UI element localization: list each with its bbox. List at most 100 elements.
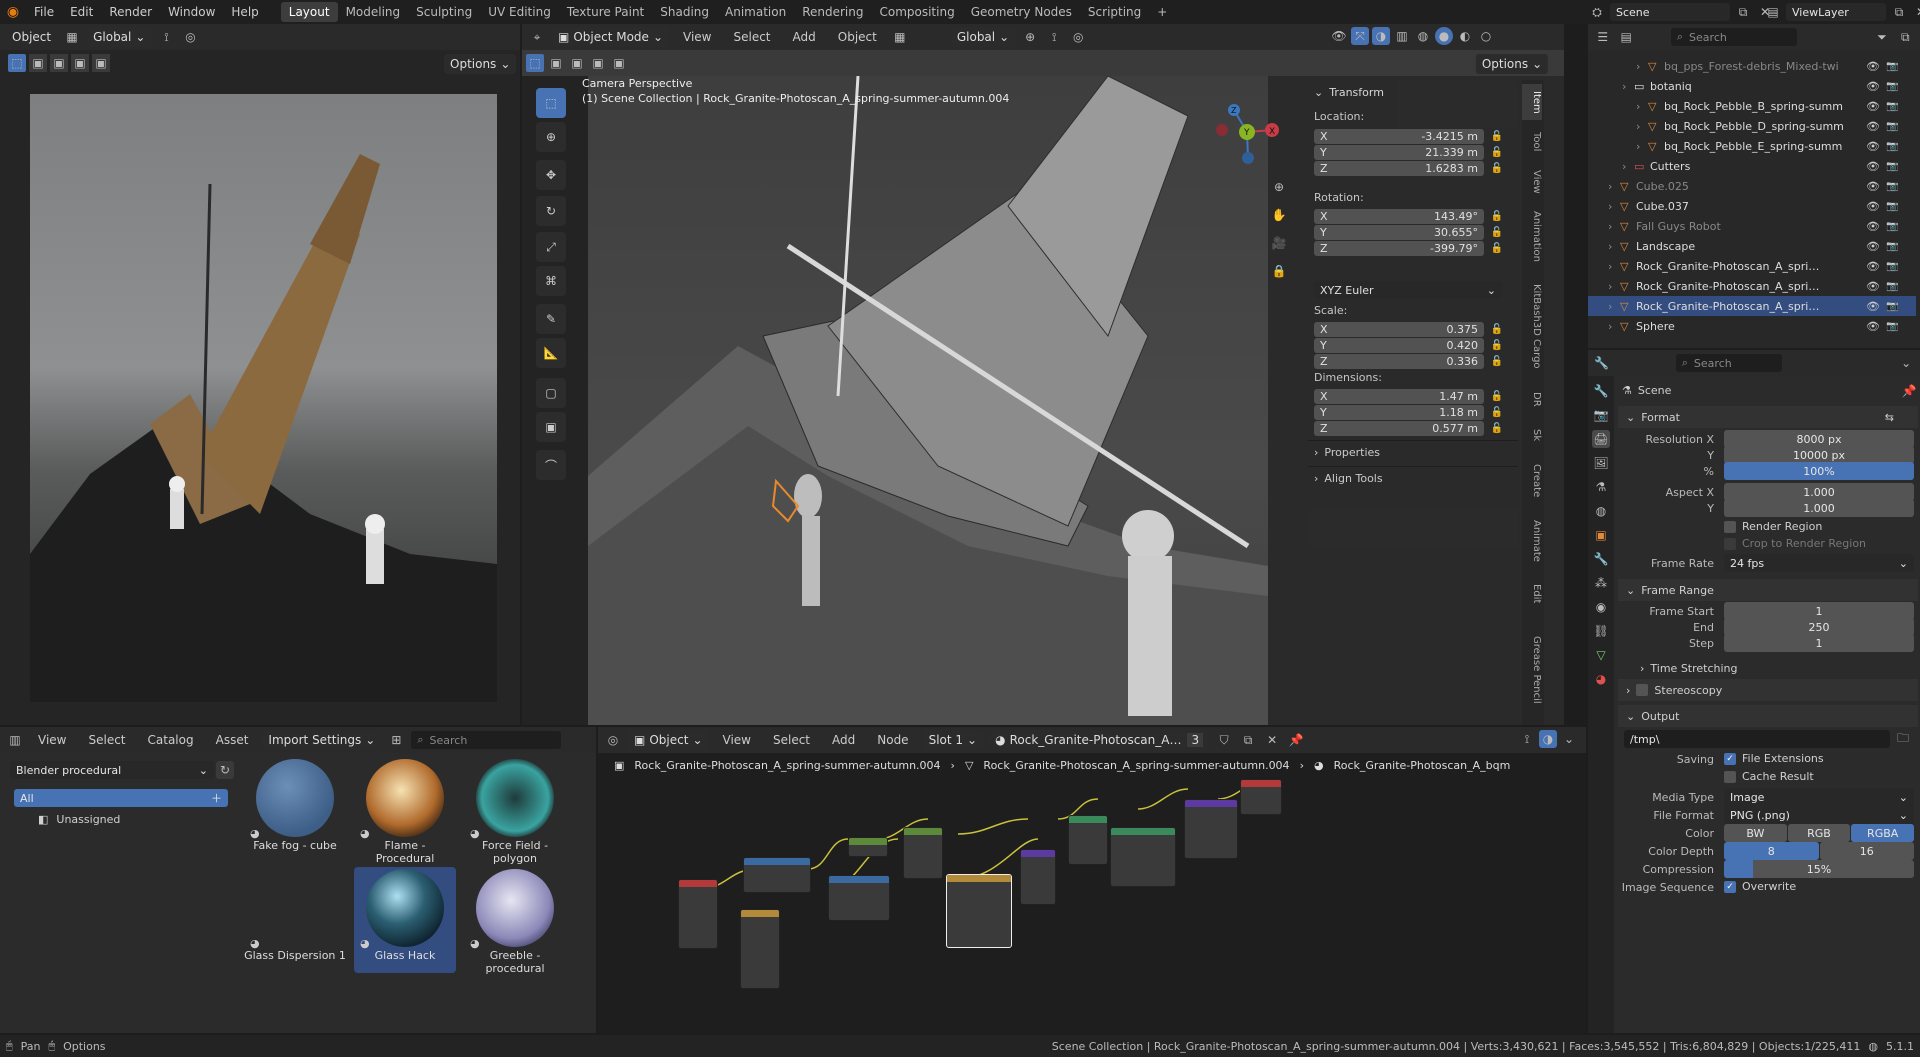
visibility-eye-icon[interactable]: 👁 bbox=[1866, 100, 1880, 113]
file-extensions-checkbox[interactable]: ✓ File Extensions bbox=[1724, 752, 1824, 765]
proportional-icon[interactable]: ◎ bbox=[181, 28, 199, 46]
cursor-tool-icon[interactable]: ⊕ bbox=[536, 122, 566, 152]
expand-arrow-icon[interactable]: › bbox=[1636, 140, 1648, 153]
menu-file[interactable]: File bbox=[26, 5, 62, 19]
color-bw-button[interactable]: BW bbox=[1724, 824, 1787, 842]
cache-result-checkbox[interactable]: Cache Result bbox=[1724, 770, 1814, 783]
node-displacement[interactable] bbox=[1184, 799, 1238, 859]
media-type-dropdown[interactable]: Image ⌄ bbox=[1724, 788, 1914, 806]
visibility-eye-icon[interactable]: 👁 bbox=[1866, 280, 1880, 293]
tab-layout[interactable]: Layout bbox=[280, 2, 338, 22]
asset-card[interactable]: ◕ Fake fog - cube bbox=[244, 757, 346, 863]
new-collection-icon[interactable]: ⧉ bbox=[1897, 28, 1914, 46]
node-mix-rgb[interactable] bbox=[903, 827, 943, 879]
data-props-icon[interactable]: ▽ bbox=[1592, 646, 1610, 664]
options-button[interactable]: Options ⌄ bbox=[444, 54, 517, 74]
select-extend-icon[interactable]: ▣ bbox=[50, 54, 68, 72]
expand-arrow-icon[interactable]: › bbox=[1608, 180, 1620, 193]
add-cube-tool-icon[interactable]: ▢ bbox=[536, 378, 566, 408]
folder-icon[interactable]: 🗀 bbox=[1894, 730, 1912, 748]
viewport-menu-select[interactable]: Select bbox=[725, 30, 778, 44]
mode-label[interactable]: Object bbox=[6, 27, 57, 47]
pin-icon[interactable]: 📌 bbox=[1287, 731, 1305, 749]
node-bump[interactable] bbox=[1020, 849, 1056, 905]
node-menu-node[interactable]: Node bbox=[869, 733, 916, 747]
visibility-eye-icon[interactable]: 👁 bbox=[1866, 260, 1880, 273]
visibility-eye-icon[interactable]: 👁 bbox=[1866, 140, 1880, 153]
expand-arrow-icon[interactable]: › bbox=[1608, 240, 1620, 253]
color-rgba-button[interactable]: RGBA bbox=[1851, 824, 1915, 842]
refresh-icon[interactable]: ↻ bbox=[216, 761, 234, 779]
tab-sculpting[interactable]: Sculpting bbox=[408, 2, 480, 22]
dimension-x-field[interactable]: X 1.47 m bbox=[1314, 388, 1484, 404]
render-camera-icon[interactable]: 📷 bbox=[1886, 281, 1898, 292]
outliner-item[interactable]: › ▽ Fall Guys Robot 👁 📷 bbox=[1588, 216, 1916, 236]
snap-icon[interactable]: ⟟ bbox=[1045, 28, 1063, 46]
visibility-eye-icon[interactable]: 👁 bbox=[1866, 300, 1880, 313]
proportional-icon[interactable]: ◎ bbox=[1069, 28, 1087, 46]
output-props-icon[interactable]: 🖨 bbox=[1592, 430, 1610, 448]
outliner-item[interactable]: › ▽ Cube.025 👁 📷 bbox=[1588, 176, 1916, 196]
scale-z-field[interactable]: Z 0.336 bbox=[1314, 353, 1484, 369]
move-tool-icon[interactable]: ✥ bbox=[536, 160, 566, 190]
annotate-tool-icon[interactable]: ✎ bbox=[536, 304, 566, 334]
outliner-item[interactable]: › ▽ Rock_Granite-Photoscan_A_spring-s 👁 📷 bbox=[1588, 296, 1916, 316]
properties-search-input[interactable]: ⌕ Search bbox=[1675, 354, 1783, 372]
outliner-item[interactable]: › ▽ Landscape 👁 📷 bbox=[1588, 236, 1916, 256]
add-object-tool-icon[interactable]: ▣ bbox=[536, 412, 566, 442]
display-mode-icon[interactable]: ▤ bbox=[1617, 28, 1634, 46]
expand-arrow-icon[interactable]: › bbox=[1608, 200, 1620, 213]
expand-arrow-icon[interactable]: › bbox=[1622, 160, 1634, 173]
material-shading-icon[interactable]: ◐ bbox=[1456, 27, 1474, 45]
editor-type-icon[interactable]: ⌖ bbox=[528, 28, 546, 46]
visibility-icon[interactable]: 👁 bbox=[1330, 27, 1348, 45]
pan-hand-icon[interactable]: ✋ bbox=[1268, 204, 1290, 226]
asset-card[interactable]: ◕ Glass Hack bbox=[354, 867, 456, 973]
render-props-icon[interactable]: 📷 bbox=[1592, 406, 1610, 424]
pivot-icon[interactable]: ▦ bbox=[63, 28, 81, 46]
expand-arrow-icon[interactable]: › bbox=[1608, 320, 1620, 333]
crop-region-checkbox[interactable]: Crop to Render Region bbox=[1724, 537, 1866, 550]
orientation-dropdown[interactable]: Global ⌄ bbox=[87, 27, 152, 47]
tab-grease-pencil[interactable]: Grease Pencil bbox=[1522, 620, 1542, 720]
world-props-icon[interactable]: ◍ bbox=[1592, 502, 1610, 520]
snap-icon[interactable]: ⟟ bbox=[1518, 730, 1536, 748]
menu-edit[interactable]: Edit bbox=[62, 5, 101, 19]
outliner-item[interactable]: › ▽ Rock_Granite-Photoscan_A_spring-s 👁 📷 bbox=[1588, 256, 1916, 276]
checkbox-icon[interactable] bbox=[1636, 684, 1649, 696]
lock-camera-icon[interactable]: 🔒 bbox=[1268, 260, 1290, 282]
navigation-gizmo[interactable]: X Z Y bbox=[1202, 90, 1292, 180]
fake-user-icon[interactable]: ⛉ bbox=[1215, 731, 1233, 749]
rotation-mode-dropdown[interactable]: XYZ Euler ⌄ bbox=[1314, 281, 1502, 299]
outliner-item[interactable]: › ▽ Sphere 👁 📷 bbox=[1588, 316, 1916, 336]
select-box-icon[interactable]: ⬚ bbox=[526, 54, 544, 72]
asset-menu-asset[interactable]: Asset bbox=[208, 733, 257, 747]
render-region-checkbox[interactable]: Render Region bbox=[1724, 520, 1822, 533]
asset-browser-editor-icon[interactable]: ▥ bbox=[6, 731, 24, 749]
tab-dr[interactable]: DR bbox=[1522, 384, 1542, 414]
lock-icon[interactable]: 🔓 bbox=[1488, 419, 1506, 437]
filter-icon[interactable]: ⏷ bbox=[1873, 28, 1890, 46]
visibility-eye-icon[interactable]: 👁 bbox=[1866, 320, 1880, 333]
expand-arrow-icon[interactable]: › bbox=[1608, 220, 1620, 233]
select-new-icon[interactable]: ▣ bbox=[29, 54, 47, 72]
tab-item[interactable]: Item bbox=[1522, 84, 1542, 120]
align-tools-panel-header[interactable]: › Align Tools bbox=[1308, 466, 1518, 490]
node-material-output[interactable] bbox=[1240, 779, 1282, 815]
node-canvas[interactable] bbox=[598, 779, 1586, 1033]
outliner-item[interactable]: › ▽ bq_Rock_Pebble_E_spring-summ 👁 📷 bbox=[1588, 136, 1916, 156]
render-camera-icon[interactable]: 📷 bbox=[1886, 221, 1898, 232]
render-camera-icon[interactable]: 📷 bbox=[1886, 321, 1898, 332]
tab-rendering[interactable]: Rendering bbox=[794, 2, 871, 22]
outliner-item[interactable]: › ▽ bq_pps_Forest-debris_Mixed-twi 👁 📷 bbox=[1588, 56, 1916, 76]
properties-editor-icon[interactable]: 🔧 bbox=[1594, 354, 1610, 372]
overlay-icon[interactable]: ◑ bbox=[1372, 27, 1390, 45]
render-camera-icon[interactable]: 📷 bbox=[1886, 301, 1898, 312]
color-rgb-button[interactable]: RGB bbox=[1787, 824, 1851, 842]
format-panel-header[interactable]: ⌄ Format ⇆ bbox=[1618, 406, 1918, 428]
visibility-eye-icon[interactable]: 👁 bbox=[1866, 160, 1880, 173]
render-camera-icon[interactable]: 📷 bbox=[1886, 141, 1898, 152]
compression-slider[interactable]: 15% bbox=[1724, 860, 1914, 878]
viewport-options-button[interactable]: Options ⌄ bbox=[1475, 54, 1549, 74]
zoom-icon[interactable]: ⊕ bbox=[1268, 176, 1290, 198]
